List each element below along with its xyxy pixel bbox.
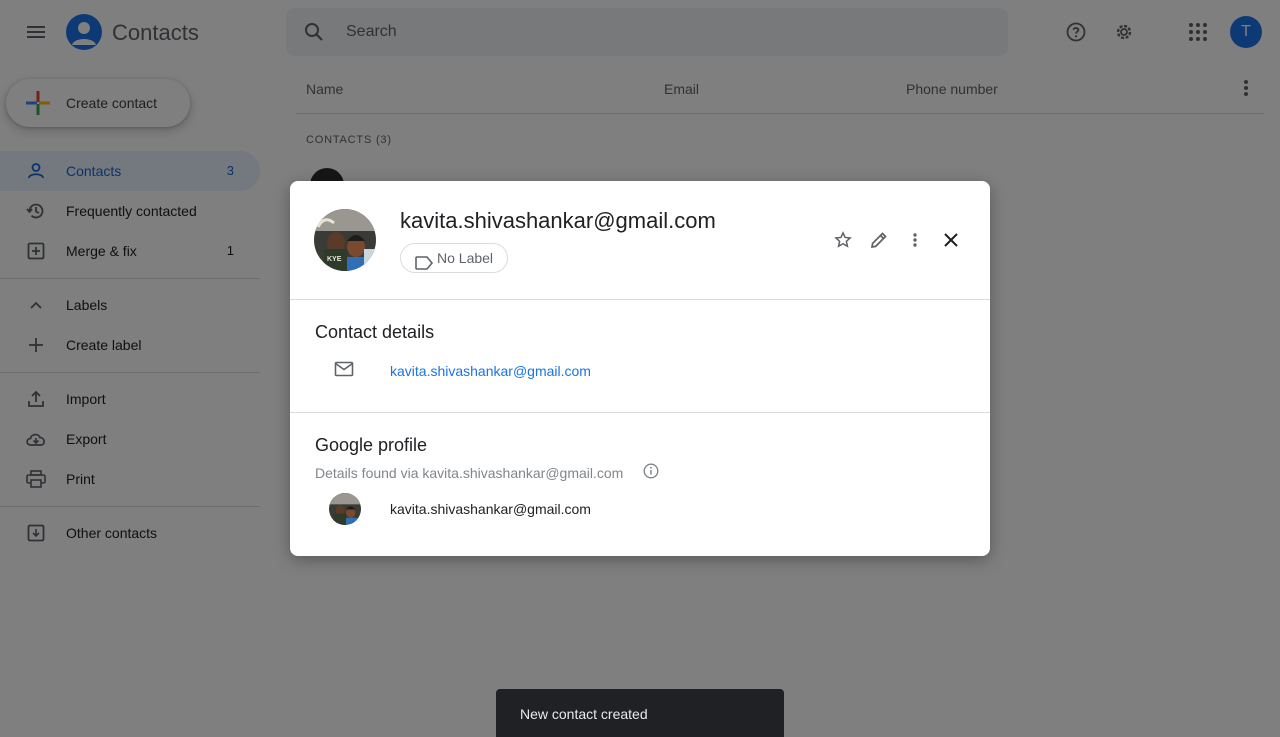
google-profile-email: kavita.shivashankar@gmail.com	[390, 501, 591, 517]
contact-detail-dialog: KYE kavita.shivashankar@gmail.com No Lab…	[290, 181, 990, 556]
dialog-divider	[290, 412, 990, 413]
contact-details-title: Contact details	[315, 322, 435, 342]
edit-pencil-icon[interactable]	[867, 228, 891, 252]
snackbar-message: New contact created	[520, 706, 648, 722]
contact-name: kavita.shivashankar@gmail.com	[400, 208, 716, 233]
contact-photo: KYE	[314, 209, 376, 271]
google-profile-avatar	[329, 493, 361, 525]
info-icon[interactable]	[643, 463, 659, 479]
google-profile-title: Google profile	[315, 435, 428, 455]
snackbar: New contact created	[496, 689, 784, 737]
close-icon[interactable]	[939, 228, 963, 252]
contact-email-link[interactable]: kavita.shivashankar@gmail.com	[390, 363, 591, 379]
label-tag-icon	[415, 251, 434, 270]
label-chip-text: No Label	[437, 250, 494, 266]
no-label-chip[interactable]: No Label	[400, 243, 509, 273]
email-envelope-icon	[334, 361, 356, 379]
dialog-divider	[290, 299, 990, 300]
star-icon[interactable]	[831, 228, 855, 252]
svg-text:KYE: KYE	[327, 256, 342, 263]
more-vert-icon[interactable]	[903, 228, 927, 252]
details-found-text: Details found via kavita.shivashankar@gm…	[315, 465, 624, 481]
